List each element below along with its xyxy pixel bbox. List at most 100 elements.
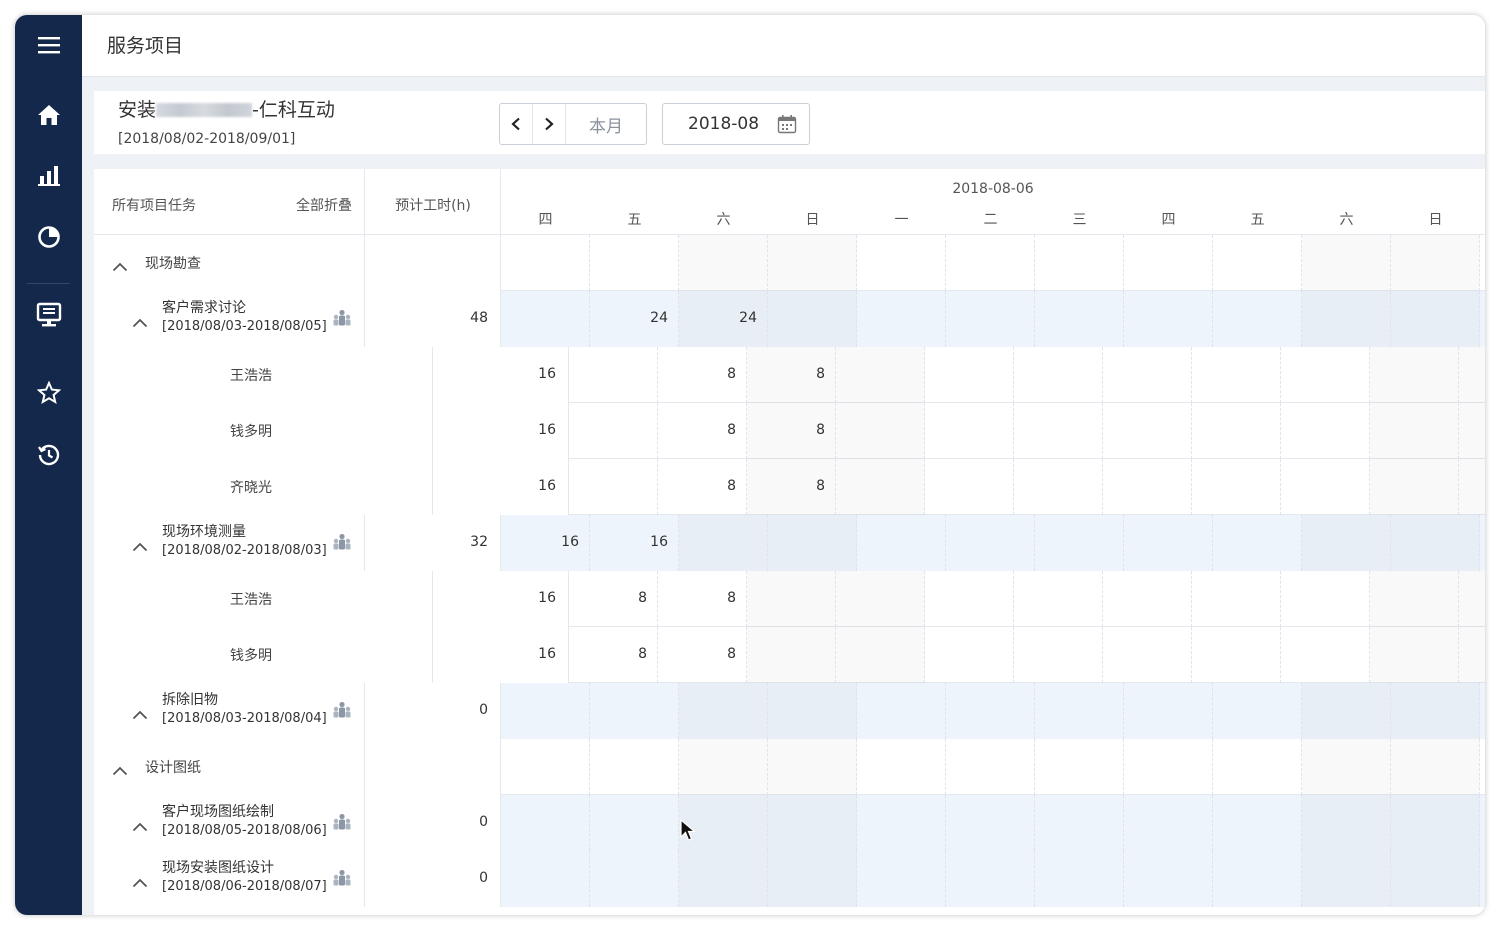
day-cell[interactable] [1370,347,1459,403]
day-cell[interactable] [590,851,679,907]
day-cell[interactable] [1124,683,1213,739]
day-cell[interactable] [1370,571,1459,627]
day-cell[interactable] [1035,683,1124,739]
day-cell[interactable] [1459,403,1485,459]
day-cell[interactable] [1391,795,1480,851]
day-cell[interactable]: 16 [590,515,679,571]
day-cell[interactable] [1370,403,1459,459]
day-cell[interactable]: 8 [747,459,836,515]
menu-icon[interactable] [15,23,82,67]
day-cell[interactable] [1370,627,1459,683]
day-cell[interactable] [1035,291,1124,347]
day-cell[interactable] [1014,627,1103,683]
day-cell[interactable] [857,683,946,739]
day-cell[interactable] [679,739,768,795]
assign-members-icon[interactable] [332,309,352,331]
day-cell[interactable] [857,291,946,347]
day-cell[interactable] [1281,347,1370,403]
day-cell[interactable] [1281,627,1370,683]
day-cell[interactable] [925,403,1014,459]
day-cell[interactable] [1213,851,1302,907]
day-cell[interactable] [679,851,768,907]
day-cell[interactable]: 8 [569,571,658,627]
day-cell[interactable] [1391,851,1480,907]
day-cell[interactable] [1014,571,1103,627]
day-cell[interactable] [569,459,658,515]
day-cell[interactable] [1035,515,1124,571]
month-picker[interactable]: 2018-08 [662,103,810,145]
day-cell[interactable] [768,795,857,851]
day-cell[interactable] [1281,403,1370,459]
prev-month-button[interactable] [500,104,533,144]
day-cell[interactable] [925,347,1014,403]
day-cell[interactable] [1370,459,1459,515]
assign-members-icon[interactable] [332,869,352,891]
day-cell[interactable] [1192,403,1281,459]
day-cell[interactable] [1213,739,1302,795]
day-cell[interactable]: 8 [747,347,836,403]
day-cell[interactable] [1459,347,1485,403]
day-cell[interactable] [857,515,946,571]
day-cell[interactable] [946,291,1035,347]
day-cell[interactable] [836,403,925,459]
star-icon[interactable] [15,371,82,415]
day-cell[interactable] [1302,291,1391,347]
day-cell[interactable] [768,851,857,907]
day-cell[interactable] [747,571,836,627]
day-cell[interactable] [1391,515,1480,571]
day-cell[interactable] [925,459,1014,515]
day-cell[interactable] [1035,235,1124,291]
day-cell[interactable] [501,235,590,291]
day-cell[interactable] [1103,627,1192,683]
day-cell[interactable] [1391,739,1480,795]
day-cell[interactable]: 8 [658,403,747,459]
day-cell[interactable]: 16 [501,515,590,571]
bar-chart-icon[interactable] [15,153,82,197]
day-cell[interactable] [679,235,768,291]
day-cell[interactable] [1459,627,1485,683]
assign-members-icon[interactable] [332,701,352,723]
day-cell[interactable] [768,683,857,739]
day-cell[interactable] [569,403,658,459]
day-cell[interactable] [1391,683,1480,739]
day-cell[interactable]: 8 [569,627,658,683]
day-cell[interactable] [1014,459,1103,515]
day-cell[interactable] [590,795,679,851]
day-cell[interactable] [857,795,946,851]
day-cell[interactable] [590,235,679,291]
day-cell[interactable] [946,683,1035,739]
day-cell[interactable] [1213,291,1302,347]
home-icon[interactable] [15,93,82,137]
day-cell[interactable] [768,235,857,291]
day-cell[interactable] [768,515,857,571]
day-cell[interactable] [501,291,590,347]
day-cell[interactable] [1124,235,1213,291]
assign-members-icon[interactable] [332,813,352,835]
day-cell[interactable] [501,739,590,795]
monitor-icon[interactable] [15,293,82,337]
day-cell[interactable] [768,291,857,347]
day-cell[interactable] [946,515,1035,571]
collapse-chevron-icon[interactable] [132,313,148,332]
day-cell[interactable] [1213,683,1302,739]
day-cell[interactable] [1103,459,1192,515]
collapse-all-button[interactable]: 全部折叠 [296,195,352,215]
day-cell[interactable] [569,347,658,403]
history-icon[interactable] [15,433,82,477]
day-cell[interactable] [501,683,590,739]
day-cell[interactable] [1103,571,1192,627]
day-cell[interactable] [1014,347,1103,403]
collapse-chevron-icon[interactable] [112,257,128,276]
day-cell[interactable] [925,571,1014,627]
day-cell[interactable] [768,739,857,795]
day-cell[interactable] [1103,347,1192,403]
day-cell[interactable]: 8 [747,403,836,459]
day-cell[interactable] [1459,571,1485,627]
day-cell[interactable] [1192,571,1281,627]
day-cell[interactable] [836,347,925,403]
day-cell[interactable] [946,235,1035,291]
day-cell[interactable] [1281,571,1370,627]
next-month-button[interactable] [533,104,566,144]
day-cell[interactable] [857,739,946,795]
day-cell[interactable] [1124,795,1213,851]
